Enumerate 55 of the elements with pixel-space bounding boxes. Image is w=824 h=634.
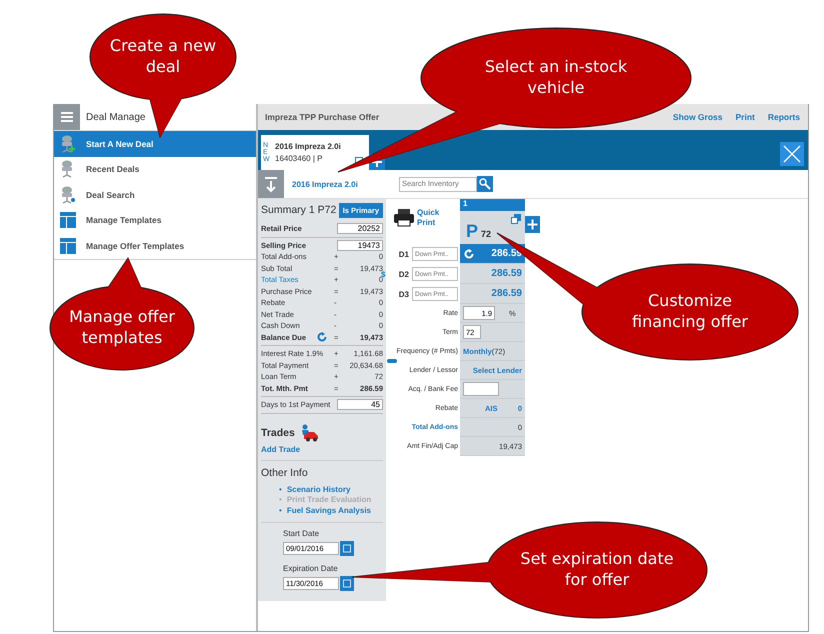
callout-text: Customize financing offer <box>630 291 750 333</box>
currency-label: $ <box>381 270 386 278</box>
callout-text: Set expiration date for offer <box>519 549 675 591</box>
header-link[interactable]: Reports <box>768 112 800 122</box>
down-label: D3 <box>398 290 409 298</box>
callout-text: Manage offer templates <box>68 307 176 349</box>
close-icon[interactable] <box>780 142 804 166</box>
menu-item[interactable]: Start A New Deal <box>54 131 256 156</box>
printer-icon[interactable] <box>393 208 415 228</box>
date-label: Start Date <box>283 529 320 538</box>
layout-icon <box>60 212 76 228</box>
calendar-icon[interactable] <box>340 576 354 591</box>
callout-text: Select an in-stock vehicle <box>484 57 628 99</box>
header-link[interactable]: Show Gross <box>672 112 722 122</box>
tab-subtitle: 16403460 | P <box>275 154 324 163</box>
menu-item[interactable]: Recent Deals <box>54 156 256 182</box>
info-link[interactable]: • Scenario History <box>279 484 350 495</box>
menu-item[interactable]: Deal Search <box>54 182 256 208</box>
payment-option[interactable]: 286.59 <box>460 264 525 284</box>
callout-text: Create a new deal <box>108 36 218 78</box>
refresh-icon[interactable] <box>317 332 327 342</box>
search-icon[interactable] <box>477 176 493 192</box>
vehicle-link[interactable]: 2016 Impreza 2.0i <box>292 180 399 188</box>
chair-plus-icon <box>60 134 76 153</box>
down-label: D2 <box>398 270 409 278</box>
offer-column-header[interactable]: 1 P 72 <box>460 199 525 244</box>
calendar-icon[interactable] <box>340 541 354 556</box>
summary-title: Summary 1 P72 <box>261 204 336 216</box>
column-number: 1 <box>460 199 525 211</box>
payment-option[interactable]: 286.59 <box>460 284 525 304</box>
chair-dot-icon <box>60 186 76 204</box>
info-link[interactable]: • Fuel Savings Analysis <box>279 506 371 516</box>
column-term: 72 <box>481 229 492 239</box>
layout-icon <box>60 238 76 254</box>
section-title: Trades <box>261 426 295 438</box>
menu-title: Deal Manage <box>86 112 146 122</box>
slider-handle[interactable] <box>387 359 397 363</box>
quick-print-link[interactable]: Quick Print <box>417 208 441 228</box>
menu-icon[interactable] <box>54 104 80 130</box>
summary-field[interactable]: 19473 <box>337 240 383 251</box>
menu-item[interactable]: Manage Templates <box>54 208 256 233</box>
window-title: Impreza TPP Purchase Offer <box>265 112 380 122</box>
refresh-icon <box>464 248 474 258</box>
offer-field[interactable] <box>463 382 499 396</box>
summary-field[interactable]: 20252 <box>337 223 383 234</box>
column-letter: P <box>466 221 478 242</box>
download-icon[interactable] <box>258 170 284 198</box>
tab-title: 2016 Impreza 2.0i <box>275 142 341 151</box>
summary-field[interactable]: 45 <box>337 399 383 410</box>
down-label: D1 <box>398 250 409 258</box>
section-title: Other Info <box>261 466 308 478</box>
add-trade-link[interactable]: Add Trade <box>261 444 383 460</box>
date-label: Expiration Date <box>283 564 339 573</box>
header-link[interactable]: Print <box>736 112 755 122</box>
menu-item[interactable]: Manage Offer Templates <box>54 233 256 258</box>
